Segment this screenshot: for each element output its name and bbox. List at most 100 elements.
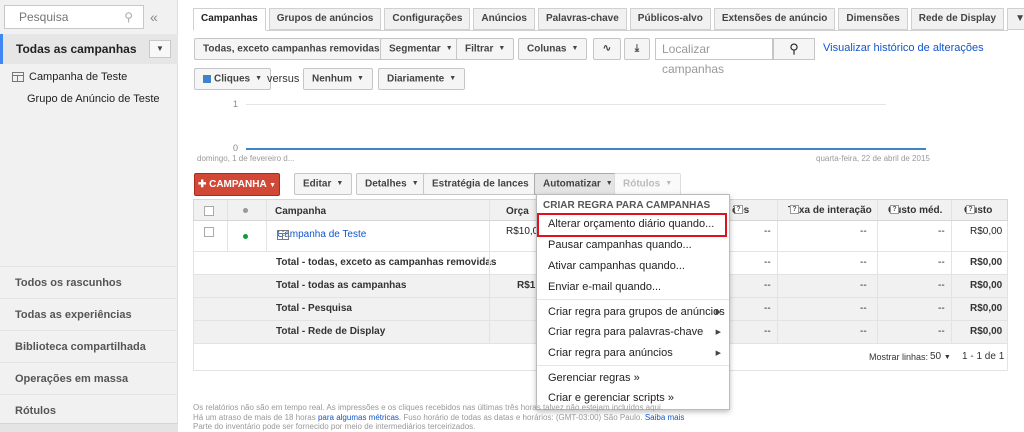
- campaign-search-input[interactable]: Localizar campanhas: [655, 38, 773, 76]
- labels-dropdown[interactable]: Rótulos ▼: [614, 173, 682, 195]
- menu-item-pause-campaigns[interactable]: Pausar campanhas quando...: [548, 239, 692, 251]
- y-tick-label: 0: [233, 143, 239, 153]
- filter-dropdown[interactable]: Filtrar ▼: [456, 38, 515, 60]
- download-button[interactable]: ⤓: [624, 38, 650, 60]
- menu-item-enable-campaigns[interactable]: Ativar campanhas quando...: [548, 260, 685, 272]
- learn-more-link[interactable]: Saiba mais: [645, 413, 685, 422]
- help-icon[interactable]: ?: [966, 205, 975, 214]
- show-rows-value: 50: [930, 351, 942, 362]
- footnote-text: . Fuso horário de todas as datas e horár…: [398, 412, 643, 422]
- labels-label: Rótulos: [623, 178, 661, 190]
- caret-down-icon: ▼: [943, 354, 951, 361]
- tab-campaigns[interactable]: Campanhas: [193, 8, 266, 31]
- sidebar-search[interactable]: ⚲: [4, 5, 144, 29]
- segment-label: Segmentar: [389, 43, 441, 55]
- sidebar-item-bulk-operations[interactable]: Operações em massa: [0, 362, 178, 394]
- versus-label: versus: [267, 73, 300, 85]
- tab-ads[interactable]: Anúncios: [473, 8, 535, 30]
- caret-down-icon: ▼: [665, 180, 673, 187]
- sidebar-item-ad-group[interactable]: Grupo de Anúncio de Teste: [27, 93, 160, 105]
- row-checkbox[interactable]: [204, 227, 214, 237]
- caret-down-icon: ▼: [605, 180, 613, 187]
- sort-desc-icon[interactable]: ↓: [732, 205, 737, 216]
- cost-value: R$0,00: [970, 303, 1003, 314]
- bid-strategy-label: Estratégia de lances: [432, 178, 529, 190]
- metrics-link[interactable]: para algumas métricas: [318, 413, 399, 422]
- cost-value: R$0,00: [970, 226, 1003, 237]
- menu-item-rule-ads[interactable]: Criar regra para anúncios: [548, 347, 673, 359]
- tab-keywords[interactable]: Palavras-chave: [537, 8, 627, 30]
- download-icon: ⤓: [634, 43, 640, 54]
- highlight-box: [537, 213, 727, 237]
- tab-settings[interactable]: Configurações: [384, 8, 471, 30]
- segment-dropdown[interactable]: Segmentar ▼: [380, 38, 462, 60]
- change-history-link[interactable]: Visualizar histórico de alterações: [823, 42, 984, 54]
- campaign-search-button[interactable]: ⚲: [773, 38, 815, 60]
- budget-value: R$1: [517, 280, 536, 291]
- sidebar-item-campaign[interactable]: Campanha de Teste: [12, 71, 127, 83]
- columns-dropdown[interactable]: Colunas ▼: [518, 38, 588, 60]
- total-label: Total - todas, exceto as campanhas remov…: [276, 257, 497, 268]
- menu-item-manage-rules[interactable]: Gerenciar regras »: [548, 372, 640, 384]
- budget-value: R$10,0: [506, 226, 539, 237]
- new-campaign-button[interactable]: ✚ CAMPANHA ▼: [194, 173, 280, 196]
- menu-item-rule-ad-groups[interactable]: Criar regra para grupos de anúncios: [548, 306, 725, 318]
- column-header-campaign[interactable]: Campanha: [275, 206, 326, 217]
- status-column-icon: [243, 208, 248, 213]
- tab-display-network[interactable]: Rede de Display: [910, 8, 1005, 30]
- tab-more-chevron-icon[interactable]: ▼: [1007, 8, 1024, 30]
- period-dropdown[interactable]: Diariamente ▼: [378, 68, 466, 90]
- collapse-sidebar-icon[interactable]: «: [150, 9, 158, 25]
- show-rows-select[interactable]: 50 ▼: [930, 351, 951, 362]
- automate-dropdown[interactable]: Automatizar ▼: [534, 173, 622, 195]
- sidebar: ⚲ « Todas as campanhas ▼ Campanha de Tes…: [0, 0, 178, 432]
- tab-ad-groups[interactable]: Grupos de anúncios: [268, 8, 382, 30]
- filter-label: Filtrar: [465, 43, 494, 55]
- metric-dropdown[interactable]: Cliques ▼: [194, 68, 272, 90]
- status-enabled-dot[interactable]: [243, 234, 248, 239]
- details-dropdown[interactable]: Detalhes ▼: [356, 173, 428, 195]
- sidebar-item-shared-library[interactable]: Biblioteca compartilhada: [0, 330, 178, 362]
- edit-label: Editar: [303, 178, 332, 190]
- interaction-rate-value: --: [860, 280, 867, 291]
- sidebar-item-all-campaigns[interactable]: Todas as campanhas ▼: [0, 34, 178, 64]
- menu-item-send-email[interactable]: Enviar e-mail quando...: [548, 281, 661, 293]
- sidebar-footer: [0, 423, 178, 432]
- campaign-link[interactable]: Campanha de Teste: [277, 229, 366, 240]
- sidebar-campaign-label: Campanha de Teste: [29, 71, 128, 83]
- menu-item-rule-keywords[interactable]: Criar regra para palavras-chave: [548, 326, 703, 338]
- select-all-checkbox[interactable]: [204, 206, 214, 216]
- footnote: Os relatórios não são em tempo real. As …: [193, 403, 713, 432]
- compare-metric-dropdown[interactable]: Nenhum ▼: [303, 68, 373, 90]
- impressions-value: --: [764, 280, 771, 291]
- help-icon[interactable]: ?: [890, 205, 899, 214]
- caret-down-icon: ▼: [357, 75, 364, 82]
- search-icon[interactable]: ⚲: [124, 10, 133, 24]
- search-icon: ⚲: [789, 41, 799, 56]
- caret-down-icon: ▼: [449, 75, 457, 82]
- columns-label: Colunas: [527, 43, 567, 55]
- bid-strategy-dropdown[interactable]: Estratégia de lances▼: [423, 173, 550, 195]
- sidebar-search-input[interactable]: [5, 6, 115, 28]
- impressions-value: --: [764, 226, 771, 237]
- caret-down-icon: ▼: [255, 75, 263, 82]
- chevron-down-icon[interactable]: ▼: [149, 40, 171, 58]
- sidebar-item-labels[interactable]: Rótulos: [0, 394, 178, 426]
- impressions-value: --: [764, 257, 771, 268]
- sidebar-item-drafts[interactable]: Todos os rascunhos: [0, 266, 178, 298]
- show-rows-label: Mostrar linhas:: [869, 352, 929, 362]
- tab-dimensions[interactable]: Dimensões: [838, 8, 908, 30]
- edit-dropdown[interactable]: Editar ▼: [294, 173, 353, 195]
- column-header-budget[interactable]: Orça: [506, 206, 529, 217]
- help-icon[interactable]: ?: [790, 205, 799, 214]
- sidebar-item-experiments[interactable]: Todas as experiências: [0, 298, 178, 330]
- period-label: Diariamente: [387, 73, 445, 85]
- series-line-cliques: [246, 148, 926, 150]
- status-filter-dropdown[interactable]: Todas, exceto campanhas removidas▼: [194, 38, 401, 60]
- avg-cost-value: --: [938, 226, 945, 237]
- menu-header: CRIAR REGRA PARA CAMPANHAS: [543, 200, 711, 211]
- chart-toggle-button[interactable]: ∿: [593, 38, 621, 60]
- tab-ad-extensions[interactable]: Extensões de anúncio: [713, 8, 836, 30]
- tab-audiences[interactable]: Públicos-alvo: [629, 8, 711, 30]
- tab-bar: Campanhas Grupos de anúncios Configuraçõ…: [193, 8, 1024, 31]
